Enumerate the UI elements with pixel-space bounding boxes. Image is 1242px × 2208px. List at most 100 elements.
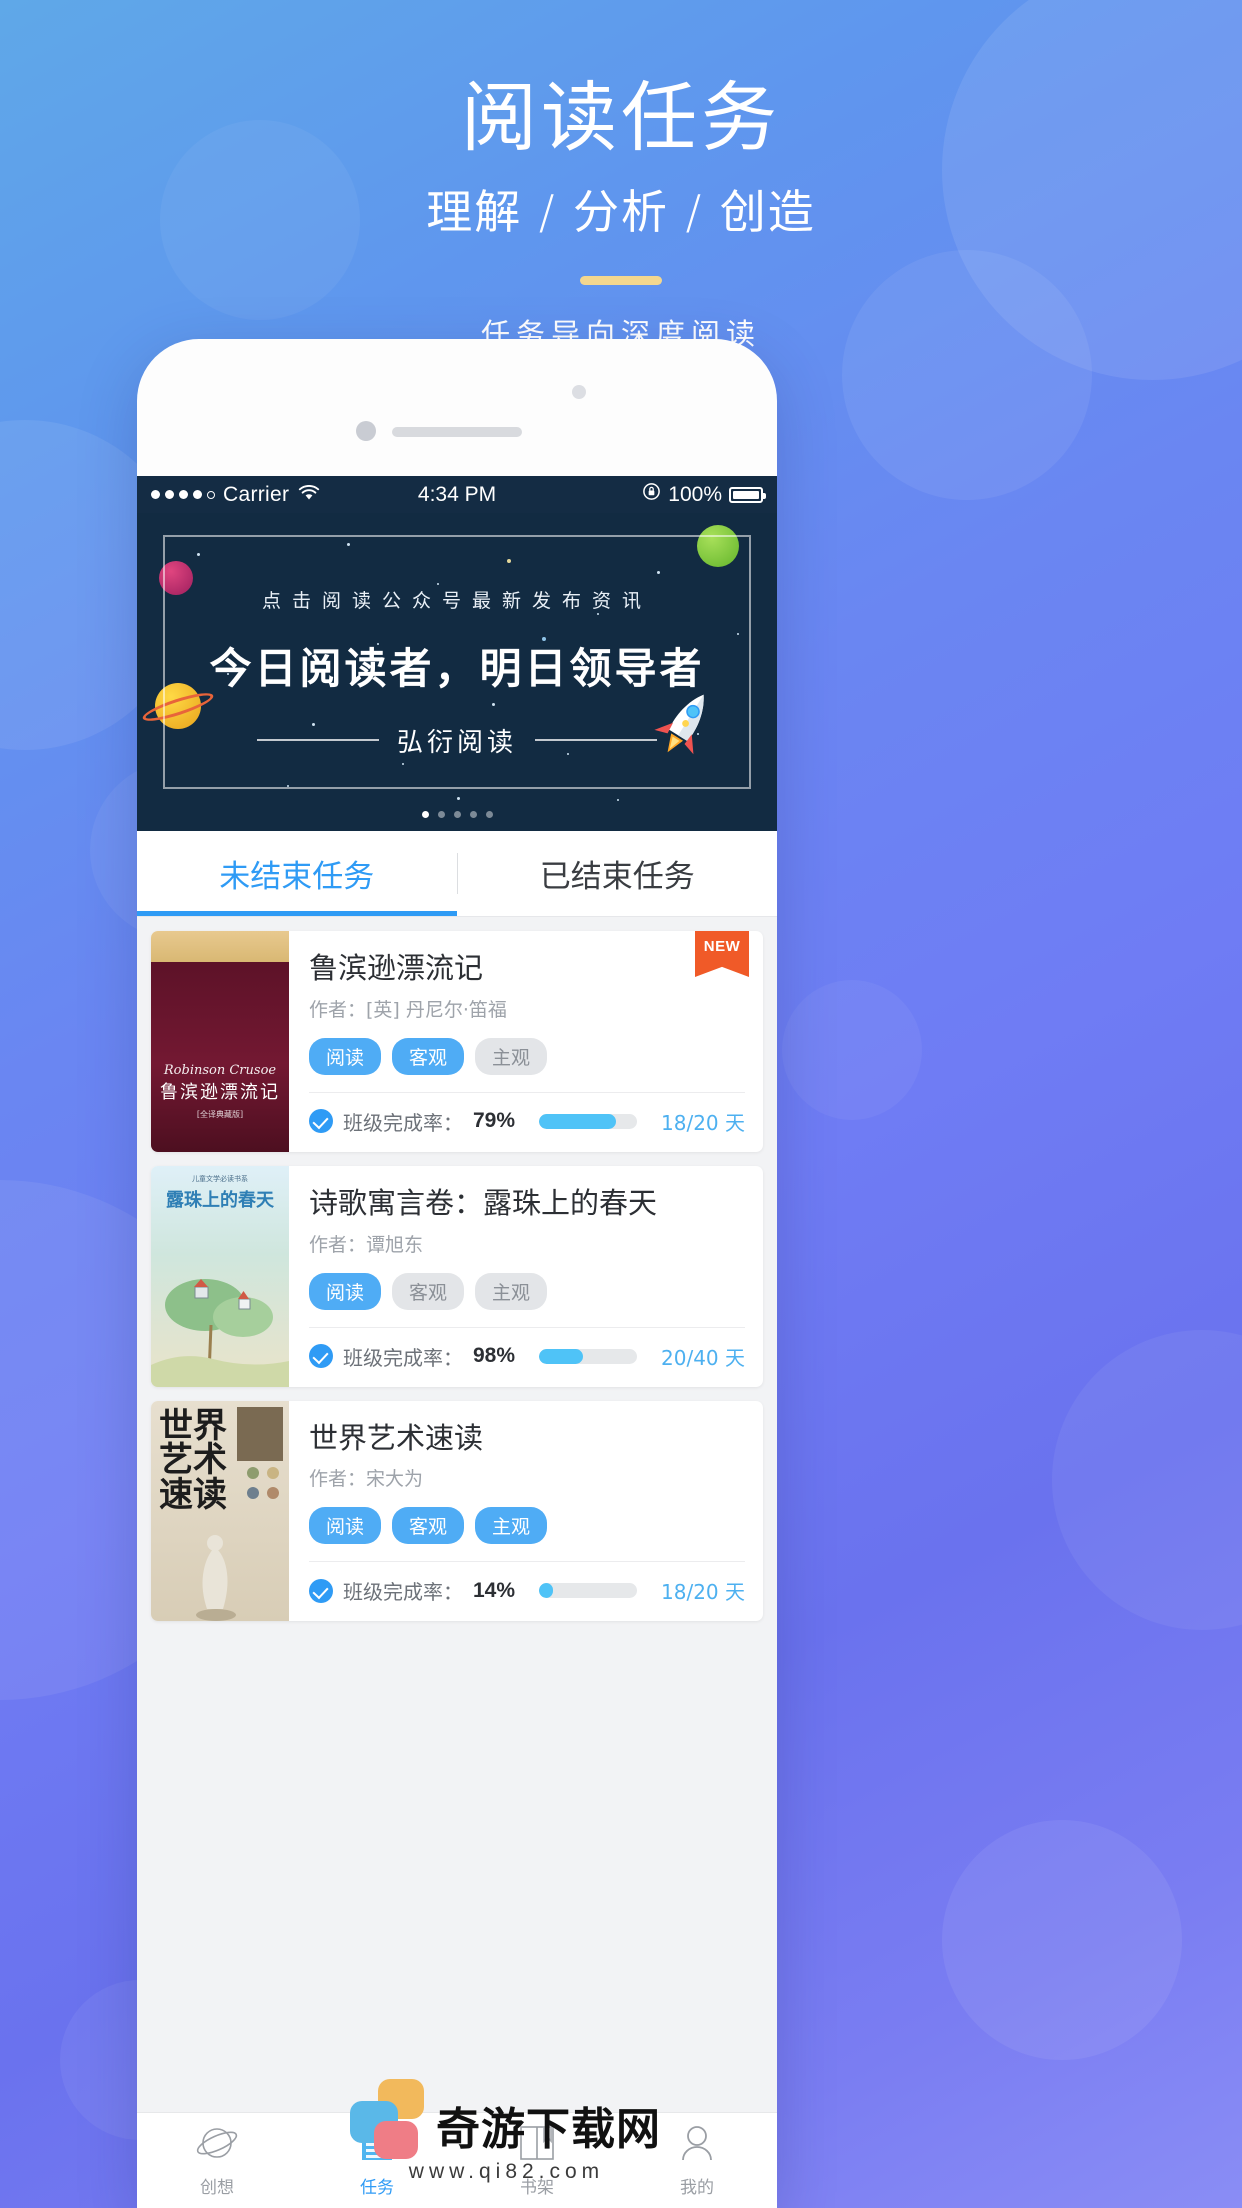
- progress-label: 班级完成率：: [343, 1110, 463, 1135]
- tab-label: 已结束任务: [539, 859, 695, 895]
- sensor-icon: [356, 421, 376, 441]
- tag-chip[interactable]: 主观: [475, 1507, 548, 1545]
- front-camera-icon: [572, 385, 586, 399]
- nav-label: 任务: [360, 2178, 394, 2198]
- decor-blob: [1052, 1330, 1242, 1630]
- book-title: 世界艺术速读: [309, 1420, 484, 1455]
- progress-value: 79%: [473, 1109, 516, 1133]
- cover-title: 鲁滨逊漂流记: [160, 1081, 280, 1103]
- tag-chip[interactable]: 客观: [392, 1507, 465, 1545]
- status-right-group: 100%: [642, 482, 766, 507]
- book-title: 鲁滨逊漂流记: [309, 951, 484, 985]
- planet-icon: [195, 2123, 239, 2168]
- book-icon: [518, 2123, 556, 2168]
- progress-row: 班级完成率： 14% 18/20 天: [309, 1562, 745, 1621]
- list-item[interactable]: 儿童文学必读书系 露珠上的春天 诗歌寓言卷：露珠上的春天 作者：谭旭东 阅读 客…: [151, 1165, 763, 1387]
- tag-row: 阅读 客观 主观: [309, 1507, 745, 1545]
- divider-line-left: [256, 739, 379, 741]
- tab-finished-tasks[interactable]: 已结束任务: [458, 831, 778, 916]
- book-info: NEW 鲁滨逊漂流记 作者：[英] 丹尼尔·笛福 阅读 客观 主观 班级完成率：…: [289, 931, 763, 1152]
- progress-bar: [539, 1583, 637, 1599]
- user-icon: [679, 2123, 715, 2168]
- rotation-lock-icon: [642, 482, 661, 507]
- list-item[interactable]: 世界 艺术 速读 世界艺术速读 作者：宋大为 阅读 客观 主观 班级完成率： 1…: [151, 1400, 763, 1622]
- hero-divider: [580, 275, 662, 285]
- progress-value: 98%: [473, 1344, 516, 1368]
- decor-blob: [942, 1820, 1182, 2060]
- days-remaining: 18/20 天: [661, 1580, 745, 1605]
- tag-chip[interactable]: 阅读: [309, 1272, 382, 1310]
- banner-signature: 弘衍阅读: [396, 727, 517, 758]
- book-cover: 儿童文学必读书系 露珠上的春天: [151, 1165, 289, 1387]
- tag-row: 阅读 客观 主观: [309, 1272, 745, 1310]
- nav-label: 书架: [520, 2178, 554, 2198]
- tag-row: 阅读 客观 主观: [309, 1037, 745, 1075]
- banner-kicker: 点击阅读公众号最新发布资讯: [261, 589, 652, 612]
- task-tabs: 未结束任务 已结束任务: [137, 831, 777, 917]
- tag-chip[interactable]: 主观: [475, 1272, 548, 1310]
- divider-line-right: [535, 739, 657, 741]
- nav-item-profile[interactable]: 我的: [617, 2123, 777, 2198]
- tab-unfinished-tasks[interactable]: 未结束任务: [137, 831, 457, 916]
- rocket-icon: [647, 683, 721, 769]
- tag-chip[interactable]: 主观: [475, 1037, 548, 1075]
- carrier-label: Carrier: [223, 482, 290, 506]
- page-subtitle: 理解 / 分析 / 创造: [426, 184, 816, 239]
- nav-label: 我的: [680, 2178, 714, 2198]
- cover-en-title: Robinson Crusoe: [163, 1062, 277, 1078]
- days-remaining: 18/20 天: [661, 1110, 745, 1135]
- phone-screen: Carrier 4:34 PM 100% 点击阅读公众号最新发布资讯 今日阅读者…: [137, 476, 777, 2208]
- check-icon: [309, 1109, 333, 1134]
- check-icon: [309, 1578, 333, 1603]
- check-icon: [309, 1344, 333, 1369]
- earpiece-speaker: [392, 427, 522, 437]
- hero-section: 阅读任务 理解 / 分析 / 创造 任务导向深度阅读: [0, 0, 1242, 353]
- progress-bar: [539, 1348, 637, 1364]
- progress-label: 班级完成率：: [343, 1345, 463, 1370]
- tag-chip[interactable]: 阅读: [309, 1507, 382, 1545]
- nav-label: 创想: [200, 2178, 234, 2198]
- tag-chip[interactable]: 客观: [392, 1037, 465, 1075]
- banner-headline: 今日阅读者，明日领导者: [209, 643, 705, 693]
- battery-icon: [729, 486, 766, 503]
- promo-banner[interactable]: 点击阅读公众号最新发布资讯 今日阅读者，明日领导者 弘衍阅读: [137, 513, 777, 831]
- book-title: 诗歌寓言卷：露珠上的春天: [309, 1185, 658, 1220]
- carousel-dots[interactable]: [137, 811, 777, 818]
- battery-percent-label: 100%: [668, 482, 722, 506]
- nav-item-create[interactable]: 创想: [137, 2123, 297, 2198]
- page-title: 阅读任务: [461, 73, 781, 162]
- book-cover: 世界 艺术 速读: [151, 1400, 289, 1622]
- cover-subtitle: [全译典藏版]: [196, 1109, 244, 1119]
- nav-item-bookshelf[interactable]: 书架: [457, 2123, 617, 2198]
- book-info: 诗歌寓言卷：露珠上的春天 作者：谭旭东 阅读 客观 主观 班级完成率： 98% …: [289, 1166, 763, 1387]
- progress-value: 14%: [473, 1578, 516, 1602]
- tab-label: 未结束任务: [219, 859, 375, 895]
- progress-bar: [539, 1113, 637, 1129]
- decor-blob: [782, 980, 922, 1120]
- tag-chip[interactable]: 客观: [392, 1272, 465, 1310]
- phone-earpiece-area: [137, 339, 777, 476]
- book-author: 作者：谭旭东: [309, 1233, 424, 1256]
- wifi-icon: [298, 483, 320, 507]
- days-remaining: 20/40 天: [661, 1345, 745, 1370]
- progress-label: 班级完成率：: [343, 1580, 463, 1605]
- document-icon: [359, 2123, 395, 2168]
- nav-item-tasks[interactable]: 任务: [297, 2123, 457, 2198]
- signal-strength-icon: [151, 490, 215, 499]
- bottom-navigation: 创想 任务 书架 我的: [137, 2112, 777, 2208]
- task-list: Robinson Crusoe 鲁滨逊漂流记 [全译典藏版] NEW 鲁滨逊漂流…: [137, 917, 777, 1622]
- tag-chip[interactable]: 阅读: [309, 1037, 382, 1075]
- list-item[interactable]: Robinson Crusoe 鲁滨逊漂流记 [全译典藏版] NEW 鲁滨逊漂流…: [151, 931, 763, 1152]
- cover-subtitle: 儿童文学必读书系: [192, 1174, 248, 1183]
- cover-title: 露珠上的春天: [166, 1189, 274, 1211]
- book-author: 作者：宋大为: [309, 1468, 424, 1491]
- book-info: 世界艺术速读 作者：宋大为 阅读 客观 主观 班级完成率： 14% 18/20 …: [289, 1401, 763, 1622]
- progress-row: 班级完成率： 79% 18/20 天: [309, 1093, 745, 1152]
- banner-content: 点击阅读公众号最新发布资讯 今日阅读者，明日领导者 弘衍阅读: [137, 513, 777, 831]
- banner-signature-row: 弘衍阅读: [256, 722, 657, 759]
- phone-mockup: Carrier 4:34 PM 100% 点击阅读公众号最新发布资讯 今日阅读者…: [137, 339, 777, 2208]
- status-bar: Carrier 4:34 PM 100%: [137, 476, 777, 513]
- book-author: 作者：[英] 丹尼尔·笛福: [309, 998, 507, 1021]
- progress-row: 班级完成率： 98% 20/40 天: [309, 1328, 745, 1387]
- book-cover: Robinson Crusoe 鲁滨逊漂流记 [全译典藏版]: [151, 931, 289, 1152]
